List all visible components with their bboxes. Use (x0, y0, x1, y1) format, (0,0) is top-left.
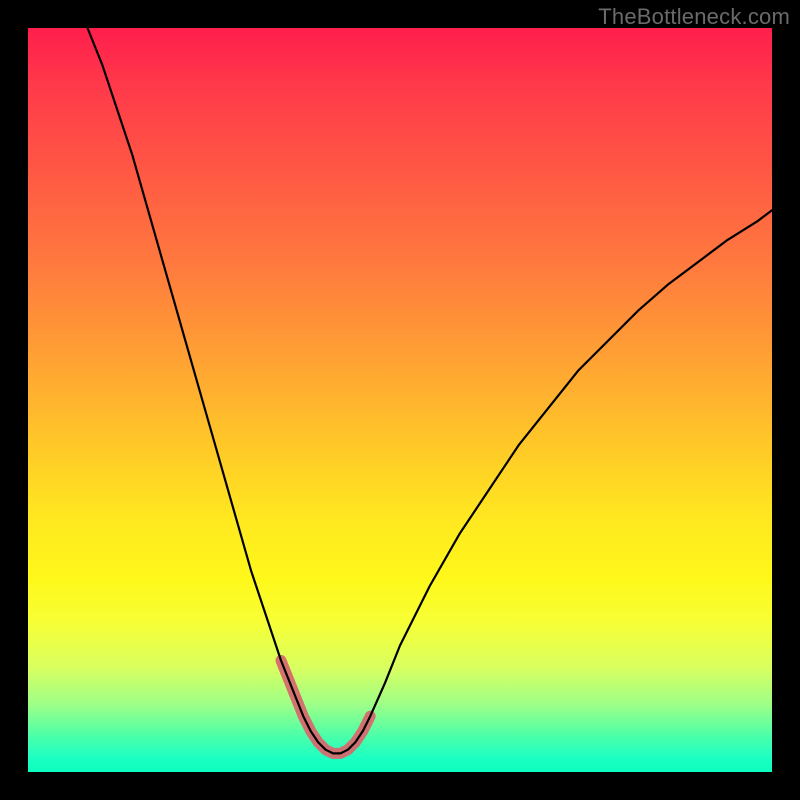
watermark-text: TheBottleneck.com (598, 4, 790, 30)
curve-line (88, 28, 772, 753)
plot-area (28, 28, 772, 772)
curve-svg (28, 28, 772, 772)
chart-frame: TheBottleneck.com (0, 0, 800, 800)
